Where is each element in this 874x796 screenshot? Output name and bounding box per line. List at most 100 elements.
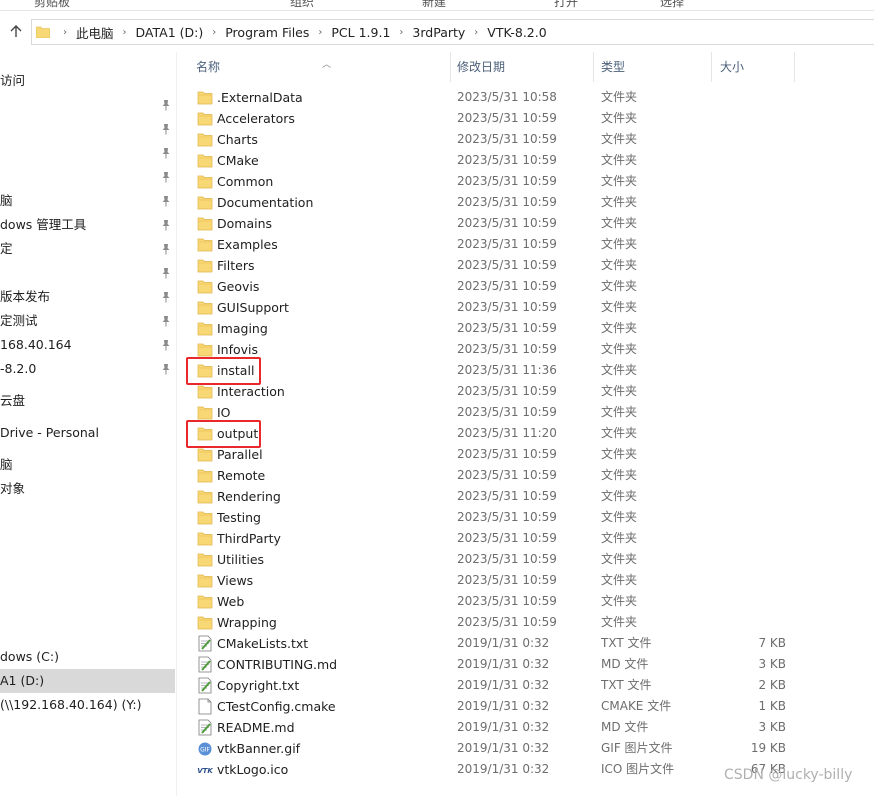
file-row[interactable]: Copyright.txt 2019/1/31 0:32 TXT 文件 2 KB <box>190 675 874 696</box>
sidebar-item[interactable]: 访问 <box>0 69 175 93</box>
sidebar-item[interactable] <box>0 141 175 165</box>
file-row[interactable]: Web 2023/5/31 10:59 文件夹 <box>190 591 874 612</box>
file-date: 2023/5/31 10:59 <box>457 552 557 566</box>
sidebar-item[interactable] <box>0 165 175 189</box>
file-row[interactable]: GIF vtkBanner.gif 2019/1/31 0:32 GIF 图片文件 19… <box>190 738 874 759</box>
chevron-right-icon[interactable]: › <box>212 27 216 38</box>
file-row[interactable]: .ExternalData 2023/5/31 10:58 文件夹 <box>190 87 874 108</box>
file-row[interactable]: Infovis 2023/5/31 10:59 文件夹 <box>190 339 874 360</box>
file-row[interactable]: install 2023/5/31 11:36 文件夹 <box>190 360 874 381</box>
sidebar-item[interactable] <box>0 549 175 573</box>
file-row[interactable]: ThirdParty 2023/5/31 10:59 文件夹 <box>190 528 874 549</box>
file-row[interactable]: Common 2023/5/31 10:59 文件夹 <box>190 171 874 192</box>
file-row[interactable]: Wrapping 2023/5/31 10:59 文件夹 <box>190 612 874 633</box>
sidebar-item[interactable] <box>0 573 175 597</box>
file-type: ICO 图片文件 <box>601 762 675 776</box>
file-name: Testing <box>217 510 261 525</box>
sidebar-item[interactable]: 版本发布 <box>0 285 175 309</box>
file-row[interactable]: Remote 2023/5/31 10:59 文件夹 <box>190 465 874 486</box>
file-row[interactable]: IO 2023/5/31 10:59 文件夹 <box>190 402 874 423</box>
ribbon-label-organize: 组织 <box>290 0 315 9</box>
chevron-right-icon[interactable]: › <box>474 27 478 38</box>
file-row[interactable]: output 2023/5/31 11:20 文件夹 <box>190 423 874 444</box>
sidebar-item[interactable] <box>0 525 175 549</box>
file-row[interactable]: CMakeLists.txt 2019/1/31 0:32 TXT 文件 7 KB <box>190 633 874 654</box>
sidebar-item[interactable]: 168.40.164 <box>0 333 175 357</box>
chevron-right-icon[interactable]: › <box>399 27 403 38</box>
sidebar-item[interactable] <box>0 261 175 285</box>
file-row[interactable]: README.md 2019/1/31 0:32 MD 文件 3 KB <box>190 717 874 738</box>
column-divider[interactable] <box>794 52 795 82</box>
sidebar-item[interactable] <box>0 117 175 141</box>
sidebar-item[interactable]: -8.2.0 <box>0 357 175 381</box>
file-row[interactable]: Testing 2023/5/31 10:59 文件夹 <box>190 507 874 528</box>
file-date: 2023/5/31 10:59 <box>457 321 557 335</box>
file-date: 2023/5/31 10:59 <box>457 468 557 482</box>
chevron-right-icon[interactable]: › <box>63 27 67 38</box>
sidebar-item[interactable]: A1 (D:) <box>0 669 175 693</box>
sidebar-item[interactable]: 定测试 <box>0 309 175 333</box>
chevron-right-icon[interactable]: › <box>123 27 127 38</box>
file-row[interactable]: Domains 2023/5/31 10:59 文件夹 <box>190 213 874 234</box>
file-row[interactable]: CTestConfig.cmake 2019/1/31 0:32 CMAKE 文件 1… <box>190 696 874 717</box>
file-row[interactable]: CONTRIBUTING.md 2019/1/31 0:32 MD 文件 3 KB <box>190 654 874 675</box>
file-row[interactable]: GUISupport 2023/5/31 10:59 文件夹 <box>190 297 874 318</box>
file-row[interactable]: Interaction 2023/5/31 10:59 文件夹 <box>190 381 874 402</box>
sidebar-item[interactable]: (\\192.168.40.164) (Y:) <box>0 693 175 717</box>
sidebar-item[interactable]: dows 管理工具 <box>0 213 175 237</box>
file-name: CONTRIBUTING.md <box>217 657 338 672</box>
file-row[interactable]: Views 2023/5/31 10:59 文件夹 <box>190 570 874 591</box>
sidebar-item-label: 脑 <box>0 193 13 208</box>
file-date: 2023/5/31 10:59 <box>457 279 557 293</box>
file-type: 文件夹 <box>601 426 638 440</box>
sidebar-item[interactable] <box>0 93 175 117</box>
file-size: 2 KB <box>758 678 786 692</box>
breadcrumb-item[interactable]: VTK-8.2.0 <box>487 25 546 40</box>
up-button[interactable] <box>6 21 26 41</box>
file-row[interactable]: Documentation 2023/5/31 10:59 文件夹 <box>190 192 874 213</box>
column-divider[interactable] <box>450 52 451 82</box>
file-row[interactable]: Imaging 2023/5/31 10:59 文件夹 <box>190 318 874 339</box>
column-header-type[interactable]: 类型 <box>601 52 701 82</box>
file-row[interactable]: Rendering 2023/5/31 10:59 文件夹 <box>190 486 874 507</box>
file-row[interactable]: Charts 2023/5/31 10:59 文件夹 <box>190 129 874 150</box>
file-row[interactable]: Examples 2023/5/31 10:59 文件夹 <box>190 234 874 255</box>
column-divider[interactable] <box>593 52 594 82</box>
breadcrumb-item[interactable]: PCL 1.9.1 <box>331 25 390 40</box>
column-divider[interactable] <box>711 52 712 82</box>
sidebar-item[interactable]: 脑 <box>0 453 175 477</box>
file-row[interactable]: Filters 2023/5/31 10:59 文件夹 <box>190 255 874 276</box>
file-row[interactable]: Accelerators 2023/5/31 10:59 文件夹 <box>190 108 874 129</box>
sidebar-item[interactable] <box>0 597 175 621</box>
chevron-right-icon[interactable]: › <box>318 27 322 38</box>
gif-file-icon: GIF <box>197 740 213 757</box>
file-row[interactable]: CMake 2023/5/31 10:59 文件夹 <box>190 150 874 171</box>
file-name: .ExternalData <box>217 90 303 105</box>
sidebar-item[interactable]: 脑 <box>0 189 175 213</box>
file-type: 文件夹 <box>601 195 638 209</box>
file-row[interactable]: Parallel 2023/5/31 10:59 文件夹 <box>190 444 874 465</box>
sidebar-item[interactable]: 对象 <box>0 477 175 501</box>
sidebar-item[interactable] <box>0 621 175 645</box>
breadcrumb-item[interactable]: Program Files <box>225 25 309 40</box>
file-type: TXT 文件 <box>601 678 652 692</box>
sidebar-item[interactable]: 定 <box>0 237 175 261</box>
file-row[interactable]: Geovis 2023/5/31 10:59 文件夹 <box>190 276 874 297</box>
file-date: 2023/5/31 10:59 <box>457 300 557 314</box>
sidebar-item[interactable]: Drive - Personal <box>0 421 175 445</box>
sidebar-item-label: dows (C:) <box>0 649 59 664</box>
breadcrumb-item[interactable]: 3rdParty <box>412 25 465 40</box>
breadcrumb-item[interactable]: DATA1 (D:) <box>136 25 204 40</box>
sidebar-item[interactable] <box>0 501 175 525</box>
column-header-name[interactable]: 名称 ︿ <box>196 52 446 82</box>
file-row[interactable]: Utilities 2023/5/31 10:59 文件夹 <box>190 549 874 570</box>
sidebar-item[interactable]: 云盘 <box>0 389 175 413</box>
pane-divider[interactable] <box>176 52 177 796</box>
address-bar[interactable]: › 此电脑 › DATA1 (D:) › Program Files › PCL 1.9.1 ›… <box>31 19 874 45</box>
column-header-date-label: 修改日期 <box>457 60 506 74</box>
column-header-size[interactable]: 大小 <box>720 52 790 82</box>
file-name: Domains <box>217 216 273 231</box>
sidebar-item[interactable]: dows (C:) <box>0 645 175 669</box>
breadcrumb-item[interactable]: 此电脑 <box>76 23 114 42</box>
column-header-date[interactable]: 修改日期 <box>457 52 587 82</box>
